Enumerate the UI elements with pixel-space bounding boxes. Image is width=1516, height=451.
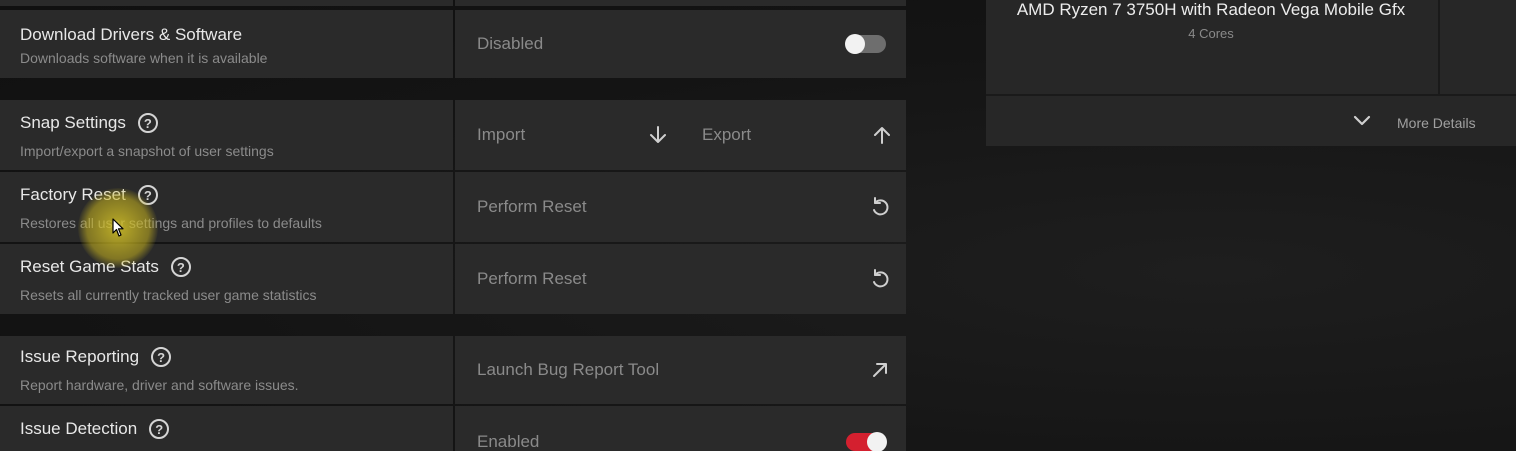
- arrow-up-icon[interactable]: [871, 124, 893, 146]
- chevron-down-icon[interactable]: [1352, 113, 1372, 129]
- settings-row-partial: [0, 0, 906, 6]
- help-icon[interactable]: ?: [149, 419, 170, 439]
- issue-detection-state: Enabled: [477, 432, 540, 451]
- arrow-down-icon[interactable]: [647, 124, 669, 146]
- settings-row-factory-reset: Factory Reset ? Restores all user settin…: [0, 172, 906, 242]
- settings-row-issue-detection: Issue Detection ? Enabled: [0, 406, 906, 451]
- download-drivers-state: Disabled: [477, 34, 544, 53]
- download-drivers-desc: Downloads software when it is available: [20, 50, 268, 66]
- external-link-icon[interactable]: [869, 359, 891, 381]
- issue-detection-control-cell: Enabled: [455, 406, 906, 451]
- cpu-name: AMD Ryzen 7 3750H with Radeon Vega Mobil…: [1016, 0, 1406, 19]
- issue-reporting-control-cell[interactable]: Launch Bug Report Tool: [455, 336, 906, 404]
- reset-icon[interactable]: [869, 268, 891, 290]
- factory-reset-desc: Restores all user settings and profiles …: [20, 215, 322, 231]
- cpu-info-card: AMD Ryzen 7 3750H with Radeon Vega Mobil…: [986, 0, 1516, 146]
- snap-settings-label-cell: Snap Settings ? Import/export a snapshot…: [0, 100, 453, 170]
- snap-settings-control-cell: Import Export: [455, 100, 906, 170]
- import-button-label[interactable]: Import: [477, 125, 525, 145]
- reset-icon[interactable]: [869, 196, 891, 218]
- reset-game-stats-label-cell: Reset Game Stats ? Resets all currently …: [0, 244, 453, 314]
- toggle-knob: [845, 34, 865, 54]
- factory-reset-control-cell[interactable]: Perform Reset: [455, 172, 906, 242]
- issue-reporting-title: Issue Reporting: [20, 347, 140, 366]
- reset-game-stats-control-cell[interactable]: Perform Reset: [455, 244, 906, 314]
- issue-reporting-desc: Report hardware, driver and software iss…: [20, 377, 299, 393]
- help-icon[interactable]: ?: [137, 113, 158, 133]
- reset-game-stats-action[interactable]: Perform Reset: [477, 269, 587, 289]
- issue-detection-toggle[interactable]: [846, 432, 887, 451]
- settings-row-issue-reporting: Issue Reporting ? Report hardware, drive…: [0, 336, 906, 404]
- help-icon[interactable]: ?: [137, 185, 158, 205]
- issue-reporting-label-cell: Issue Reporting ? Report hardware, drive…: [0, 336, 453, 404]
- cpu-info-main: AMD Ryzen 7 3750H with Radeon Vega Mobil…: [986, 0, 1436, 94]
- issue-detection-label-cell: Issue Detection ?: [0, 406, 453, 451]
- settings-list: Download Drivers & Software Downloads so…: [0, 0, 906, 451]
- mouse-cursor-icon: [112, 218, 124, 237]
- factory-reset-action[interactable]: Perform Reset: [477, 197, 587, 217]
- factory-reset-label-cell: Factory Reset ? Restores all user settin…: [0, 172, 453, 242]
- settings-page: Download Drivers & Software Downloads so…: [0, 0, 1516, 451]
- factory-reset-title: Factory Reset: [20, 185, 126, 204]
- reset-game-stats-desc: Resets all currently tracked user game s…: [20, 287, 317, 303]
- divider: [986, 94, 1516, 96]
- toggle-knob: [867, 432, 887, 451]
- download-drivers-label-cell: Download Drivers & Software Downloads so…: [0, 10, 453, 78]
- cpu-cores: 4 Cores: [1188, 26, 1234, 41]
- download-drivers-toggle[interactable]: [845, 34, 886, 54]
- snap-settings-desc: Import/export a snapshot of user setting…: [20, 143, 274, 159]
- reset-game-stats-title: Reset Game Stats: [20, 257, 159, 276]
- launch-bug-report-action[interactable]: Launch Bug Report Tool: [477, 360, 659, 380]
- settings-row-reset-game-stats: Reset Game Stats ? Resets all currently …: [0, 244, 906, 314]
- download-drivers-title: Download Drivers & Software: [20, 25, 243, 44]
- cpu-info-side-panel: [1438, 0, 1516, 94]
- export-button-label[interactable]: Export: [702, 125, 751, 145]
- snap-settings-title: Snap Settings: [20, 113, 126, 132]
- settings-row-snap-settings: Snap Settings ? Import/export a snapshot…: [0, 100, 906, 170]
- issue-detection-title: Issue Detection: [20, 419, 138, 438]
- settings-row-download-drivers: Download Drivers & Software Downloads so…: [0, 10, 906, 78]
- help-icon[interactable]: ?: [151, 347, 172, 367]
- help-icon[interactable]: ?: [170, 257, 191, 277]
- download-drivers-control-cell: Disabled: [455, 10, 906, 78]
- more-details-button[interactable]: More Details: [1397, 115, 1476, 131]
